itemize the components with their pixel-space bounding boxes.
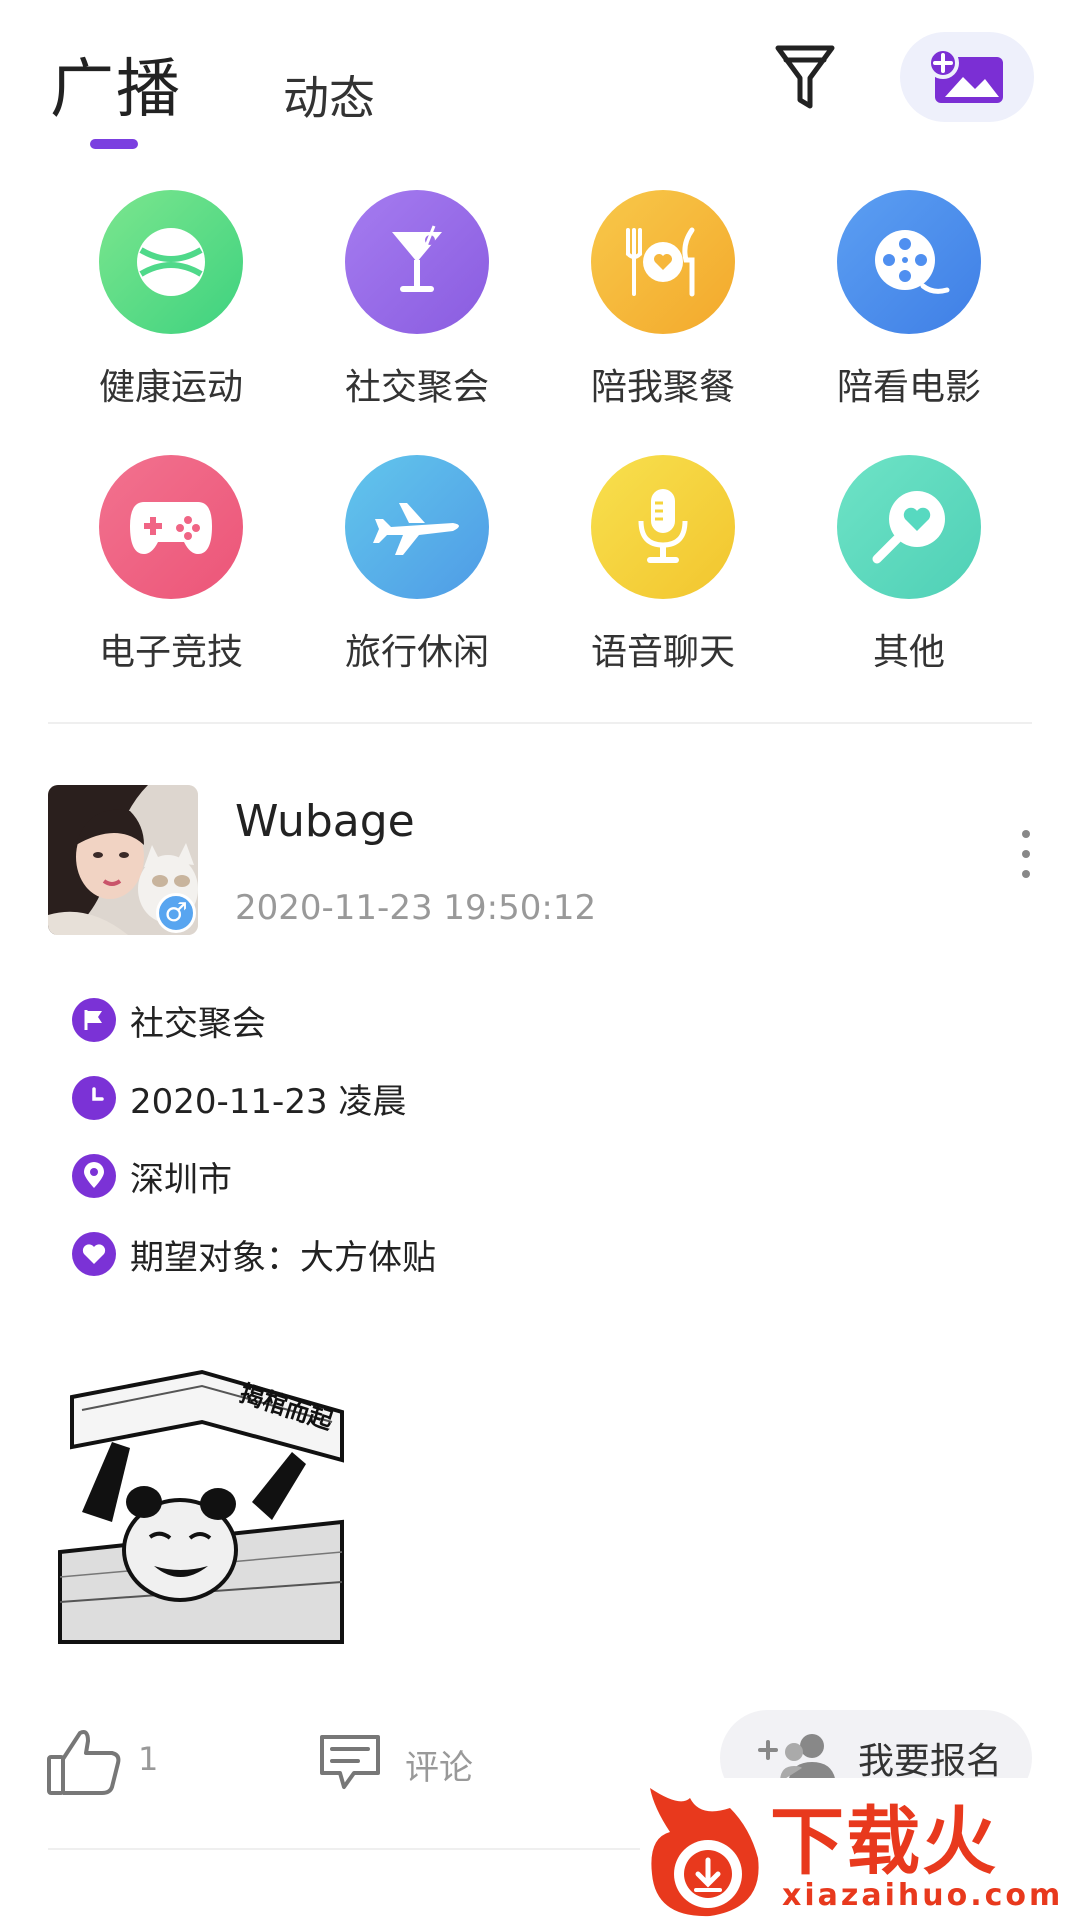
category-other[interactable]: 其他 — [786, 455, 1032, 675]
info-row-location: 深圳市 — [72, 1153, 232, 1200]
category-social-party[interactable]: 社交聚会 — [294, 190, 540, 410]
category-travel[interactable]: 旅行休闲 — [294, 455, 540, 675]
category-movie[interactable]: 陪看电影 — [786, 190, 1032, 410]
info-row-expectation: 期望对象：大方体贴 — [72, 1231, 436, 1278]
filter-button[interactable] — [772, 42, 838, 114]
category-circle — [345, 455, 489, 599]
tab-indicator — [90, 139, 138, 149]
more-dot-icon — [1022, 830, 1030, 838]
category-circle — [345, 190, 489, 334]
category-circle — [99, 455, 243, 599]
watermark-url: xiazaihuo.com — [782, 1878, 1064, 1913]
info-location-text: 深圳市 — [130, 1159, 232, 1200]
signup-label: 我要报名 — [858, 1741, 1003, 1782]
category-circle — [837, 190, 981, 334]
film-reel-icon — [875, 230, 950, 294]
flag-icon — [72, 998, 116, 1042]
category-health-sports[interactable]: 健康运动 — [48, 190, 294, 410]
post-image[interactable]: 揭棺而起 — [52, 1352, 352, 1652]
more-dot-icon — [1022, 870, 1030, 878]
category-dining[interactable]: 陪我聚餐 — [540, 190, 786, 410]
info-category-text: 社交聚会 — [130, 1003, 266, 1044]
category-voice-chat[interactable]: 语音聊天 — [540, 455, 786, 675]
category-circle — [591, 190, 735, 334]
tennis-ball-icon — [137, 228, 205, 296]
info-expectation-text: 期望对象：大方体贴 — [130, 1237, 436, 1278]
category-label: 旅行休闲 — [344, 632, 489, 673]
add-photo-button[interactable] — [900, 32, 1034, 122]
category-circle — [99, 190, 243, 334]
watermark-brand: 下载火 — [770, 1799, 998, 1885]
category-circle — [591, 455, 735, 599]
post-username[interactable]: Wubage — [235, 796, 415, 847]
like-count: 1 — [138, 1740, 159, 1778]
more-dot-icon — [1022, 850, 1030, 858]
tab-broadcast[interactable]: 广播 — [50, 38, 182, 130]
location-pin-icon — [72, 1154, 116, 1198]
info-row-category: 社交聚会 — [72, 997, 266, 1044]
category-label: 健康运动 — [98, 367, 243, 408]
category-label: 社交聚会 — [344, 367, 489, 408]
category-label: 其他 — [872, 632, 945, 673]
airplane-icon — [373, 503, 459, 555]
comment-label[interactable]: 评论 — [405, 1740, 473, 1789]
comment-button[interactable] — [318, 1733, 382, 1791]
gender-male-icon: ♂ — [156, 893, 196, 933]
add-photo-icon — [927, 47, 1003, 103]
gamepad-icon — [130, 502, 212, 554]
watermark-logo: 下载火 xiazaihuo.com — [640, 1778, 1080, 1920]
info-row-time: 2020-11-23 凌晨 — [72, 1075, 407, 1122]
clock-icon — [72, 1076, 116, 1120]
top-bar: 广播 动态 — [0, 0, 1080, 160]
thumbs-up-icon — [47, 1730, 121, 1795]
info-time-text: 2020-11-23 凌晨 — [130, 1081, 407, 1122]
category-label: 陪我聚餐 — [590, 367, 735, 408]
section-divider — [48, 722, 1032, 724]
heart-icon — [72, 1232, 116, 1276]
dining-icon — [626, 227, 695, 297]
post-timestamp: 2020-11-23 19:50:12 — [235, 888, 597, 928]
more-options-button[interactable] — [1016, 830, 1036, 890]
like-button[interactable] — [46, 1727, 122, 1797]
flame-logo-icon — [650, 1788, 759, 1917]
category-label: 电子竞技 — [98, 632, 243, 673]
category-label: 陪看电影 — [836, 367, 981, 408]
category-label: 语音聊天 — [590, 632, 735, 673]
microphone-icon — [638, 489, 688, 563]
filter-icon — [775, 45, 835, 109]
category-circle — [837, 455, 981, 599]
cocktail-icon — [392, 225, 442, 292]
tab-moments[interactable]: 动态 — [283, 62, 375, 128]
search-heart-icon — [872, 491, 945, 564]
category-esports[interactable]: 电子竞技 — [48, 455, 294, 675]
meme-illustration: 揭棺而起 — [58, 1369, 344, 1644]
comment-icon — [320, 1735, 380, 1789]
